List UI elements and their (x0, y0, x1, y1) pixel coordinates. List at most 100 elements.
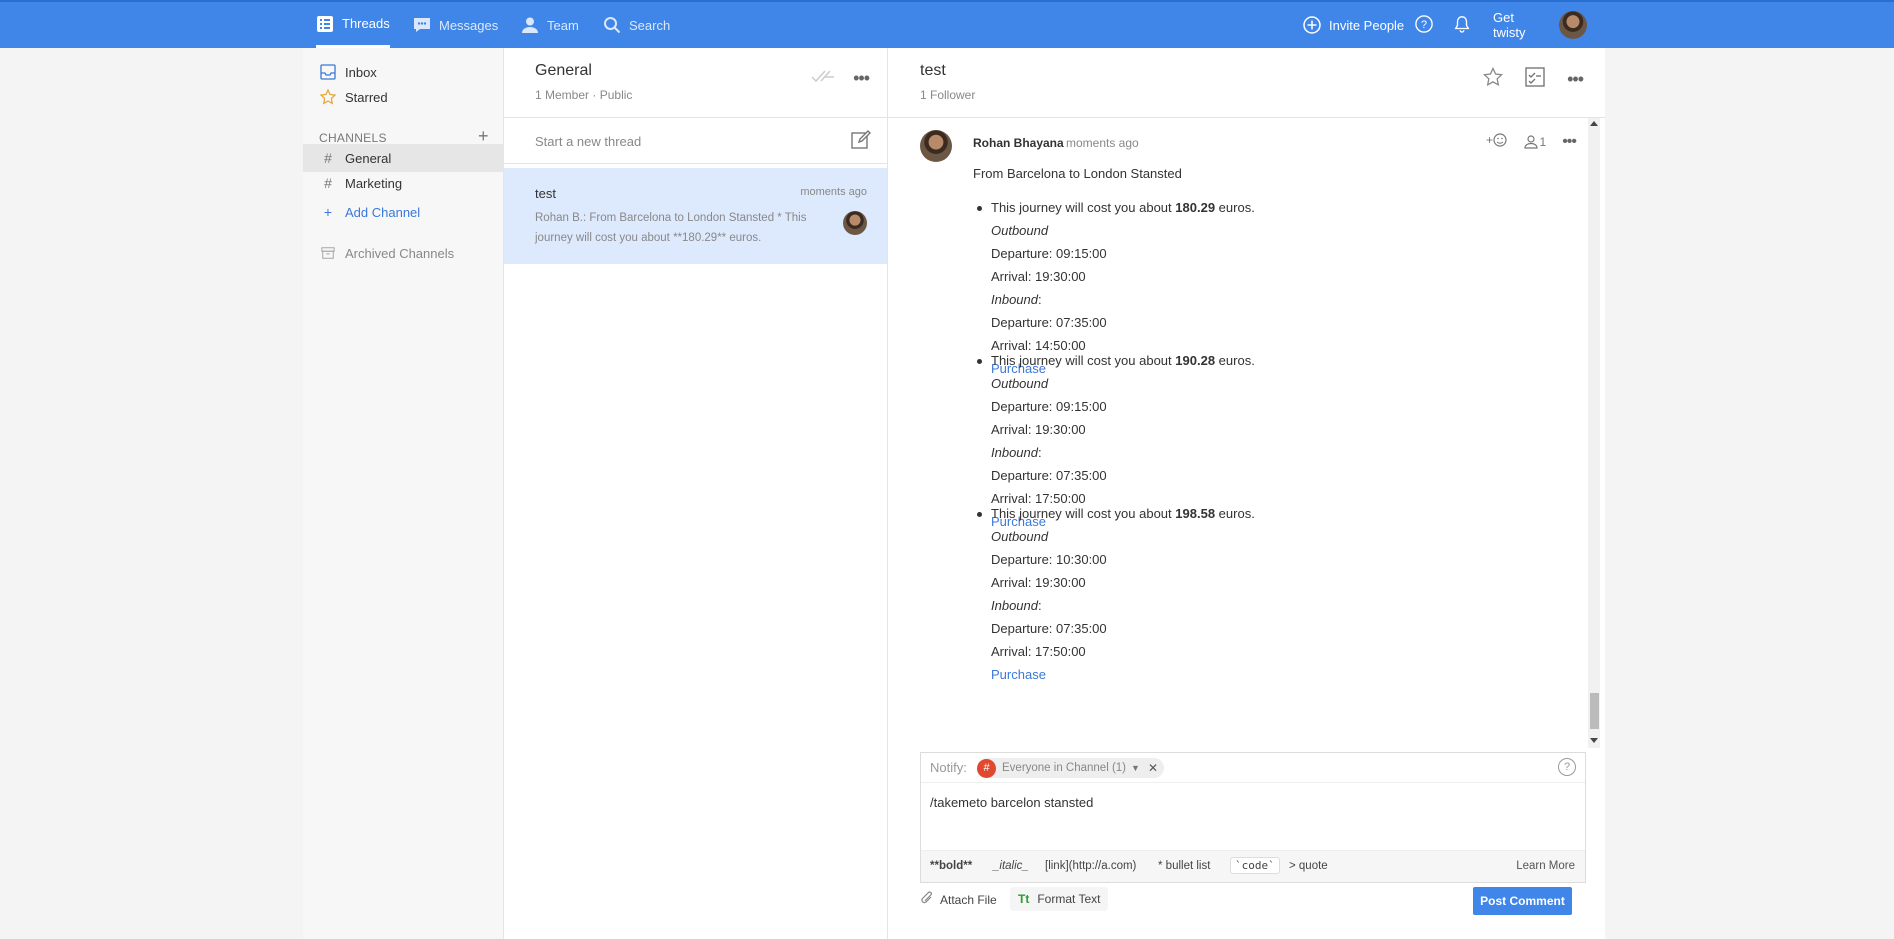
hint-quote: > quote (1289, 860, 1328, 872)
invite-people-button[interactable]: Invite People (1303, 2, 1404, 48)
price-suffix: euros. (1218, 353, 1255, 368)
more-options-icon[interactable]: ••• (853, 68, 870, 89)
outbound-label: Outbound (991, 223, 1049, 238)
message-intro: From Barcelona to London Stansted (973, 166, 1182, 181)
star-icon[interactable] (1483, 66, 1504, 92)
sidebar-archived-label: Archived Channels (345, 245, 455, 261)
user-avatar (1559, 11, 1587, 39)
outbound-arrival: Arrival: 19:30:00 (991, 575, 1086, 590)
outbound-departure: Departure: 09:15:00 (991, 246, 1107, 261)
sidebar: Inbox Starred CHANNELS + # General # Mar… (303, 48, 504, 939)
hint-bold: **bold** (930, 860, 973, 872)
mark-read-icon[interactable] (811, 69, 835, 88)
sidebar-item-marketing[interactable]: # Marketing (303, 169, 504, 197)
hash-icon: # (977, 758, 996, 778)
sidebar-add-channel[interactable]: + Add Channel (303, 198, 504, 226)
plus-icon: + (323, 204, 333, 220)
notifications-button[interactable] (1453, 2, 1481, 48)
more-options-icon[interactable]: ••• (1567, 69, 1584, 90)
thread-item[interactable]: test moments ago Rohan B.: From Barcelon… (504, 168, 887, 264)
hint-code: `code` (1230, 857, 1280, 874)
attach-file-button[interactable]: Attach File (920, 891, 997, 908)
participants-count: 1 (1539, 134, 1547, 149)
scroll-up-arrow[interactable] (1590, 121, 1598, 126)
threads-icon (316, 15, 334, 33)
sidebar-item-general-label: General (345, 150, 392, 166)
inbound-line: Inbound: (991, 598, 1042, 613)
outbound-label: Outbound (991, 529, 1049, 544)
thread-detail-panel: test 1 Follower ••• Rohan Bhayana moment… (888, 48, 1605, 939)
channel-title: General (535, 62, 592, 79)
hash-icon: # (324, 150, 332, 166)
format-text-button[interactable]: Tt Format Text (1010, 887, 1109, 911)
message-scrollbar[interactable] (1588, 118, 1600, 748)
sidebar-item-general[interactable]: # General (303, 144, 504, 172)
price-value: 190.28 (1175, 353, 1216, 368)
nav-team[interactable]: Team (521, 2, 579, 48)
new-thread-placeholder[interactable]: Start a new thread (535, 134, 641, 149)
archive-icon (319, 246, 337, 260)
chevron-down-icon[interactable]: ▼ (1131, 763, 1140, 773)
notify-chip[interactable]: # Everyone in Channel (1) ▼ ✕ (977, 758, 1164, 778)
meta-separator: · (592, 88, 600, 102)
nav-search[interactable]: Search (603, 2, 670, 48)
message-more-icon[interactable]: ••• (1562, 133, 1577, 151)
channel-members: 1 Member (535, 88, 590, 102)
journey-item: This journey will cost you about 198.58 … (973, 502, 1373, 686)
message-author[interactable]: Rohan Bhayana (973, 136, 1064, 150)
price-value: 180.29 (1175, 200, 1216, 215)
inbound-line: Inbound: (991, 445, 1042, 460)
user-menu[interactable]: Get twisty (1493, 2, 1587, 48)
invite-people-label: Invite People (1329, 17, 1405, 33)
inbound-departure: Departure: 07:35:00 (991, 621, 1107, 636)
price-prefix: This journey will cost you about (991, 506, 1172, 521)
message-tools: + 1 ••• (1486, 132, 1577, 151)
price-prefix: This journey will cost you about (991, 200, 1172, 215)
sidebar-item-marketing-label: Marketing (345, 175, 403, 191)
comment-input[interactable]: /takemeto barcelon stansted (930, 795, 1093, 810)
inbound-departure: Departure: 07:35:00 (991, 468, 1107, 483)
help-icon[interactable]: ? (1558, 758, 1576, 776)
scroll-down-arrow[interactable] (1590, 738, 1598, 743)
help-icon: ? (1415, 15, 1435, 35)
sidebar-item-inbox[interactable]: Inbox (303, 58, 504, 86)
learn-more-link[interactable]: Learn More (1516, 860, 1575, 872)
message-scroll-area[interactable]: Rohan Bhayana moments ago + 1 ••• From B… (888, 118, 1588, 748)
sidebar-add-channel-label: Add Channel (345, 204, 421, 220)
participants-button[interactable]: 1 (1523, 134, 1547, 149)
plus-circle-icon (1303, 16, 1321, 34)
sidebar-item-starred[interactable]: Starred (303, 83, 504, 111)
help-button[interactable]: ? (1415, 2, 1443, 48)
format-text-label: Format Text (1037, 892, 1101, 906)
message-time: moments ago (1066, 136, 1139, 150)
hint-link: [link](http://a.com) (1045, 860, 1137, 872)
new-thread-bar[interactable]: Start a new thread (504, 117, 887, 164)
nav-threads[interactable]: Threads (316, 2, 390, 48)
sidebar-item-inbox-label: Inbox (345, 64, 377, 80)
inbound-label: Inbound (991, 292, 1038, 307)
svg-text:?: ? (1421, 19, 1427, 31)
inbound-label: Inbound (991, 445, 1038, 460)
post-comment-button[interactable]: Post Comment (1473, 887, 1572, 915)
sidebar-archived-channels[interactable]: Archived Channels (303, 239, 504, 267)
nav-messages[interactable]: Messages (413, 2, 498, 48)
thread-followers: 1 Follower (920, 88, 976, 102)
channels-heading: CHANNELS (319, 131, 387, 145)
checklist-icon[interactable] (1525, 67, 1545, 92)
comment-composer: Notify: # Everyone in Channel (1) ▼ ✕ ? … (920, 752, 1586, 883)
nav-threads-label: Threads (342, 16, 390, 31)
search-icon (603, 16, 621, 34)
paperclip-icon (920, 891, 934, 908)
journey-price-line: This journey will cost you about 180.29 … (973, 196, 1373, 219)
thread-item-title: test (535, 186, 556, 201)
add-reaction-icon[interactable]: + (1486, 132, 1508, 151)
purchase-link[interactable]: Purchase (973, 663, 1373, 686)
close-icon[interactable]: ✕ (1148, 761, 1158, 775)
thread-title: test (920, 62, 946, 79)
inbound-label: Inbound (991, 598, 1038, 613)
inbound-arrival: Arrival: 17:50:00 (991, 644, 1086, 659)
scroll-thumb[interactable] (1590, 693, 1599, 729)
compose-icon[interactable] (851, 130, 871, 155)
channel-actions: ••• (811, 68, 870, 89)
notify-chip-label: Everyone in Channel (1) (1002, 762, 1127, 774)
